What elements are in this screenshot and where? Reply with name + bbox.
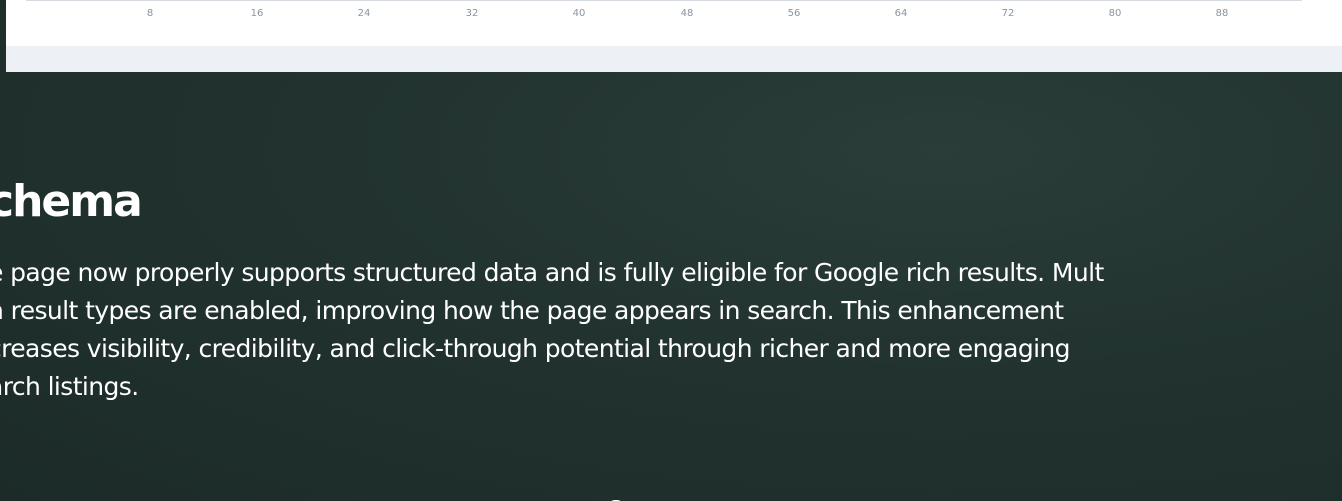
chart-plot-area: 8 16 24 32 40 48 56 64 72 80 88 [6, 0, 1342, 46]
description-line: arch listings. [0, 372, 139, 401]
description-line: creases visibility, credibility, and cli… [0, 334, 1071, 363]
chart-panel: 8 16 24 32 40 48 56 64 72 80 88 [6, 0, 1342, 72]
x-tick-label: 80 [1108, 8, 1122, 19]
section-description: e page now properly supports structured … [0, 254, 1342, 406]
x-tick-label: 48 [680, 8, 694, 19]
x-tick-label: 24 [357, 8, 371, 19]
cropped-heading-fragment [608, 492, 678, 501]
description-line: h result types are enabled, improving ho… [0, 296, 1064, 325]
x-tick-label: 56 [787, 8, 801, 19]
section-heading: chema [0, 176, 143, 227]
x-tick-label: 16 [250, 8, 264, 19]
x-tick-label: 32 [465, 8, 479, 19]
x-tick-label: 8 [146, 8, 154, 19]
description-line: e page now properly supports structured … [0, 258, 1104, 287]
x-tick-label: 64 [894, 8, 908, 19]
x-tick-label: 40 [572, 8, 586, 19]
x-tick-label: 72 [1001, 8, 1015, 19]
x-tick-label: 88 [1215, 8, 1229, 19]
schema-section: chema e page now properly supports struc… [0, 170, 1342, 406]
chart-baseline [26, 0, 1302, 1]
